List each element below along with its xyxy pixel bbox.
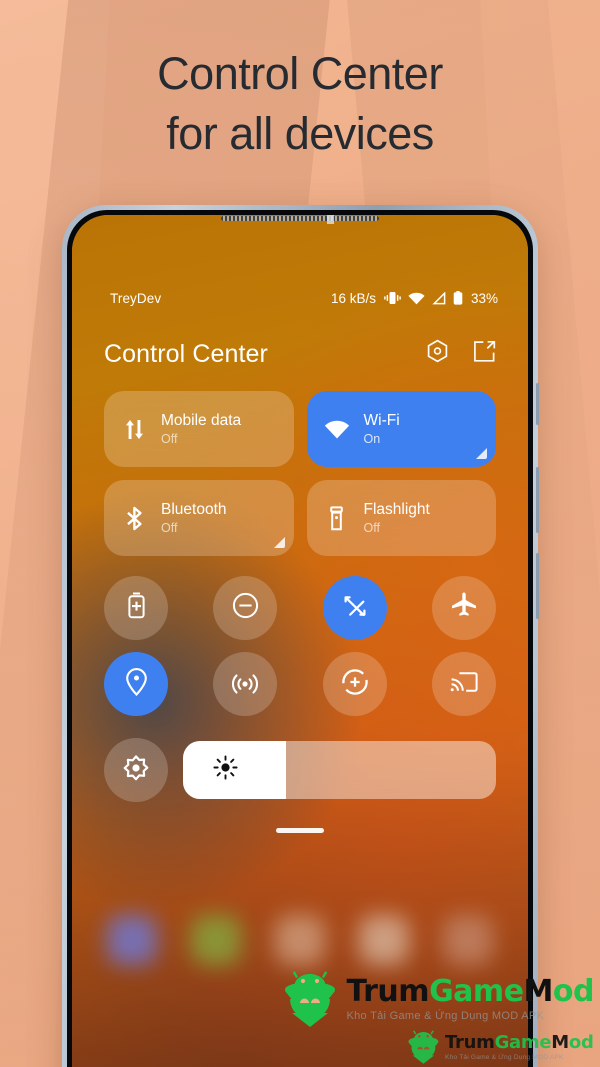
network-speed-label: 16 kB/s	[330, 290, 376, 306]
watermark-title: TrumGameMod	[445, 1031, 594, 1053]
app-icon	[275, 915, 325, 965]
wifi-icon	[324, 419, 350, 440]
watermark-primary: TrumGameMod Kho Tải Game & Ứng Dụng MOD …	[282, 969, 595, 1029]
toggle-do-not-disturb[interactable]	[213, 576, 278, 640]
tile-bluetooth[interactable]: Bluetooth Off	[104, 480, 294, 556]
phone-volume-down-button[interactable]	[536, 553, 539, 619]
edit-tiles-icon[interactable]	[473, 340, 496, 368]
screenshot-root: Control Center for all devices TreyDev 1…	[0, 0, 600, 1067]
flashlight-icon	[324, 505, 350, 531]
panel-drag-handle[interactable]	[276, 828, 324, 833]
toggle-battery-saver[interactable]	[104, 576, 168, 640]
tile-label: Bluetooth	[161, 500, 227, 518]
app-icon	[443, 915, 493, 965]
auto-rotate-icon	[341, 592, 369, 625]
tile-state: On	[363, 431, 381, 446]
status-bar: TreyDev 16 kB/s 33%	[72, 287, 528, 309]
tile-expand-indicator-icon[interactable]	[476, 448, 487, 459]
headline-line-2: for all devices	[166, 107, 434, 159]
android-mascot-icon	[408, 1030, 439, 1064]
tile-label: Flashlight	[363, 500, 430, 518]
watermark-secondary: TrumGameMod Kho Tải Game & Ứng Dụng MOD …	[407, 1029, 594, 1065]
hotspot-icon	[231, 669, 259, 700]
watermark-title: TrumGameMod	[346, 973, 594, 1009]
app-icon	[191, 915, 241, 965]
toggle-row-2	[104, 652, 496, 716]
toggle-airplane-mode[interactable]	[431, 576, 496, 640]
signal-icon	[432, 291, 446, 304]
mobile-data-icon	[121, 418, 147, 441]
tile-mobile-data[interactable]: Mobile data Off	[104, 391, 294, 467]
toggle-row-1	[104, 576, 496, 640]
toggle-screen-cast[interactable]	[431, 652, 496, 716]
auto-brightness-button[interactable]	[104, 738, 168, 802]
sun-icon	[213, 755, 238, 785]
status-carrier-label: TreyDev	[110, 290, 162, 306]
home-screen-app-icons	[72, 915, 528, 965]
phone-volume-up-button[interactable]	[536, 467, 539, 533]
control-center-title: Control Center	[104, 339, 268, 368]
app-icon	[359, 915, 409, 965]
front-camera-icon	[327, 215, 335, 224]
headline-line-1: Control Center	[157, 48, 443, 99]
toggle-auto-rotate[interactable]	[322, 576, 387, 640]
airplane-mode-icon	[450, 592, 478, 625]
toggle-location[interactable]	[104, 652, 168, 716]
control-center-panel: Control Center Mobile data Off Wi-Fi On …	[72, 327, 528, 833]
tile-state: Off	[363, 520, 380, 535]
auto-brightness-icon	[122, 754, 150, 787]
tile-label: Wi-Fi	[363, 411, 400, 429]
phone-mockup: TreyDev 16 kB/s 33% Control Center Mobil…	[62, 205, 539, 1067]
toggle-data-saver[interactable]	[322, 652, 387, 716]
wifi-icon	[408, 292, 425, 304]
tile-row-2: Bluetooth Off Flashlight Off	[104, 480, 496, 556]
control-center-header: Control Center	[104, 327, 496, 381]
tile-flashlight[interactable]: Flashlight Off	[306, 480, 496, 556]
tile-state: Off	[161, 520, 178, 535]
phone-power-button[interactable]	[536, 383, 539, 425]
do-not-disturb-icon	[232, 592, 259, 624]
status-icons: 16 kB/s 33%	[331, 291, 498, 306]
battery-saver-icon	[126, 592, 147, 624]
phone-screen: TreyDev 16 kB/s 33% Control Center Mobil…	[72, 215, 528, 1067]
android-mascot-icon	[285, 971, 336, 1027]
bluetooth-icon	[121, 506, 147, 531]
settings-hexagon-icon[interactable]	[426, 339, 449, 369]
tile-state: Off	[161, 431, 178, 446]
watermark-tagline: Kho Tải Game & Ứng Dụng MOD APK	[445, 1053, 565, 1061]
tile-expand-indicator-icon[interactable]	[273, 537, 285, 548]
page-title: Control Center for all devices	[0, 44, 600, 164]
app-icon	[107, 915, 157, 965]
watermark-tagline: Kho Tải Game & Ứng Dụng MOD APK	[346, 1009, 545, 1022]
location-icon	[125, 667, 148, 701]
tile-row-1: Mobile data Off Wi-Fi On	[104, 391, 496, 467]
battery-percent-label: 33%	[470, 290, 498, 306]
data-saver-icon	[341, 668, 369, 701]
tile-label: Mobile data	[161, 411, 242, 429]
tile-wifi[interactable]: Wi-Fi On	[306, 391, 496, 467]
phone-bezel: TreyDev 16 kB/s 33% Control Center Mobil…	[67, 210, 533, 1067]
earpiece-grille	[221, 216, 379, 221]
brightness-slider[interactable]	[183, 741, 496, 799]
toggle-hotspot[interactable]	[213, 652, 278, 716]
vibrate-icon	[384, 292, 401, 304]
screen-cast-icon	[450, 670, 478, 699]
brightness-row	[104, 738, 496, 802]
battery-icon	[453, 291, 463, 305]
